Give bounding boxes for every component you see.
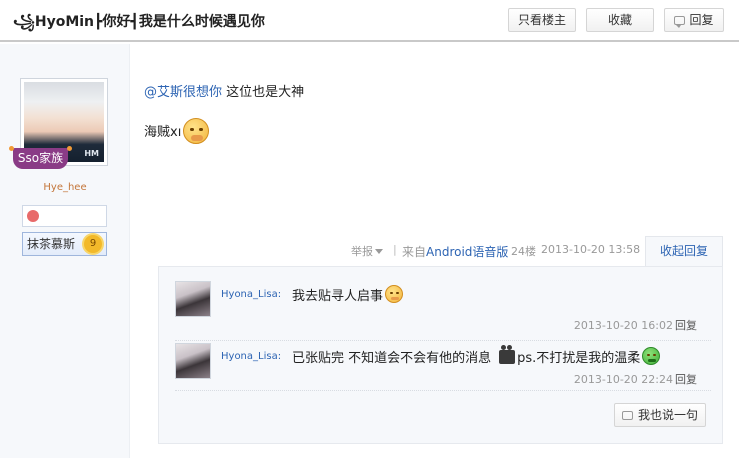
add-comment-label: 我也说一句 — [637, 408, 698, 422]
post-line-1: @艾斯很想你 这位也是大神 — [144, 81, 304, 100]
mention-link[interactable]: @艾斯很想你 — [144, 85, 222, 100]
reply-list: Hyona_Lisa: 我去贴寻人启事 2013-10-20 16:02 回复 H… — [158, 266, 723, 444]
author-username[interactable]: Hye_hee — [0, 182, 130, 193]
add-comment-button[interactable]: 我也说一句 — [614, 403, 706, 427]
meta-separator: | — [393, 243, 397, 256]
post-line-2: 海贼xı — [144, 118, 210, 144]
reply-time: 2013-10-20 16:02 — [573, 319, 673, 332]
comment-icon — [621, 411, 633, 420]
reply-text-content-2: ps.不打扰是我的温柔 — [517, 351, 641, 366]
thread-title: ꧁HyoMin┣你好┫我是什么时候遇见你 — [13, 14, 265, 30]
angry-emoji-icon — [385, 285, 404, 303]
badge-icon — [27, 210, 39, 222]
member-badge[interactable] — [22, 205, 107, 227]
shush-emoji-icon — [183, 118, 210, 144]
level-number: 9 — [84, 235, 102, 253]
avatar-watermark: HM — [84, 149, 99, 158]
level-badge[interactable]: 抹茶慕斯 9 — [22, 232, 107, 256]
post-text: 这位也是大神 — [226, 85, 305, 100]
camera-emoji-icon — [499, 345, 516, 364]
post-time: 2013-10-20 13:58 — [541, 243, 641, 256]
reply-text-content: 已张贴完 不知道会不会有他的消息 — [292, 351, 492, 366]
level-badge-name: 抹茶慕斯 — [27, 237, 76, 251]
reply-time: 2013-10-20 22:24 — [573, 373, 673, 386]
source-device-link[interactable]: Android语音版 — [426, 245, 508, 259]
list-item: Hyona_Lisa: 已张贴完 不知道会不会有他的消息 ps.不打扰是我的温柔 … — [175, 337, 711, 391]
reply-button[interactable]: 回复 — [664, 8, 724, 32]
post-text-2: 海贼xı — [144, 125, 182, 140]
favorite-button[interactable]: 收藏 — [586, 8, 654, 32]
family-badge[interactable]: Sso家族 — [9, 146, 72, 169]
report-button[interactable]: 举报 — [351, 243, 383, 259]
author-sidebar: HM Sso家族 Hye_hee 抹茶慕斯 9 — [0, 44, 130, 458]
reply-button-label: 回复 — [689, 13, 714, 27]
avatar[interactable] — [175, 343, 211, 379]
floor-number: 24楼 — [511, 245, 536, 258]
reply-username[interactable]: Hyona_Lisa: — [221, 351, 281, 362]
reply-meta: 2013-10-20 22:24 回复 — [574, 371, 697, 387]
collapse-replies-button[interactable]: 收起回复 — [645, 236, 723, 267]
thread-header: ꧁HyoMin┣你好┫我是什么时候遇见你 只看楼主 收藏 回复 — [0, 0, 739, 42]
only-owner-button[interactable]: 只看楼主 — [508, 8, 576, 32]
reply-meta: 2013-10-20 16:02 回复 — [574, 317, 697, 333]
avatar[interactable] — [175, 281, 211, 317]
source-prefix: 来自 — [402, 245, 427, 259]
reply-text: 我去贴寻人启事 — [292, 285, 404, 304]
reply-text-content: 我去贴寻人启事 — [292, 289, 384, 304]
post-source: 来自Android语音版 — [402, 243, 508, 260]
comment-icon — [674, 16, 686, 28]
caret-down-icon — [375, 249, 383, 254]
reply-username[interactable]: Hyona_Lisa: — [221, 289, 281, 300]
reply-link[interactable]: 回复 — [675, 319, 697, 332]
list-item: Hyona_Lisa: 我去贴寻人启事 2013-10-20 16:02 回复 — [175, 275, 711, 341]
reply-text: 已张贴完 不知道会不会有他的消息 ps.不打扰是我的温柔 — [292, 345, 661, 366]
reply-link[interactable]: 回复 — [675, 373, 697, 386]
green-emoji-icon — [642, 347, 661, 365]
report-label: 举报 — [351, 245, 373, 258]
